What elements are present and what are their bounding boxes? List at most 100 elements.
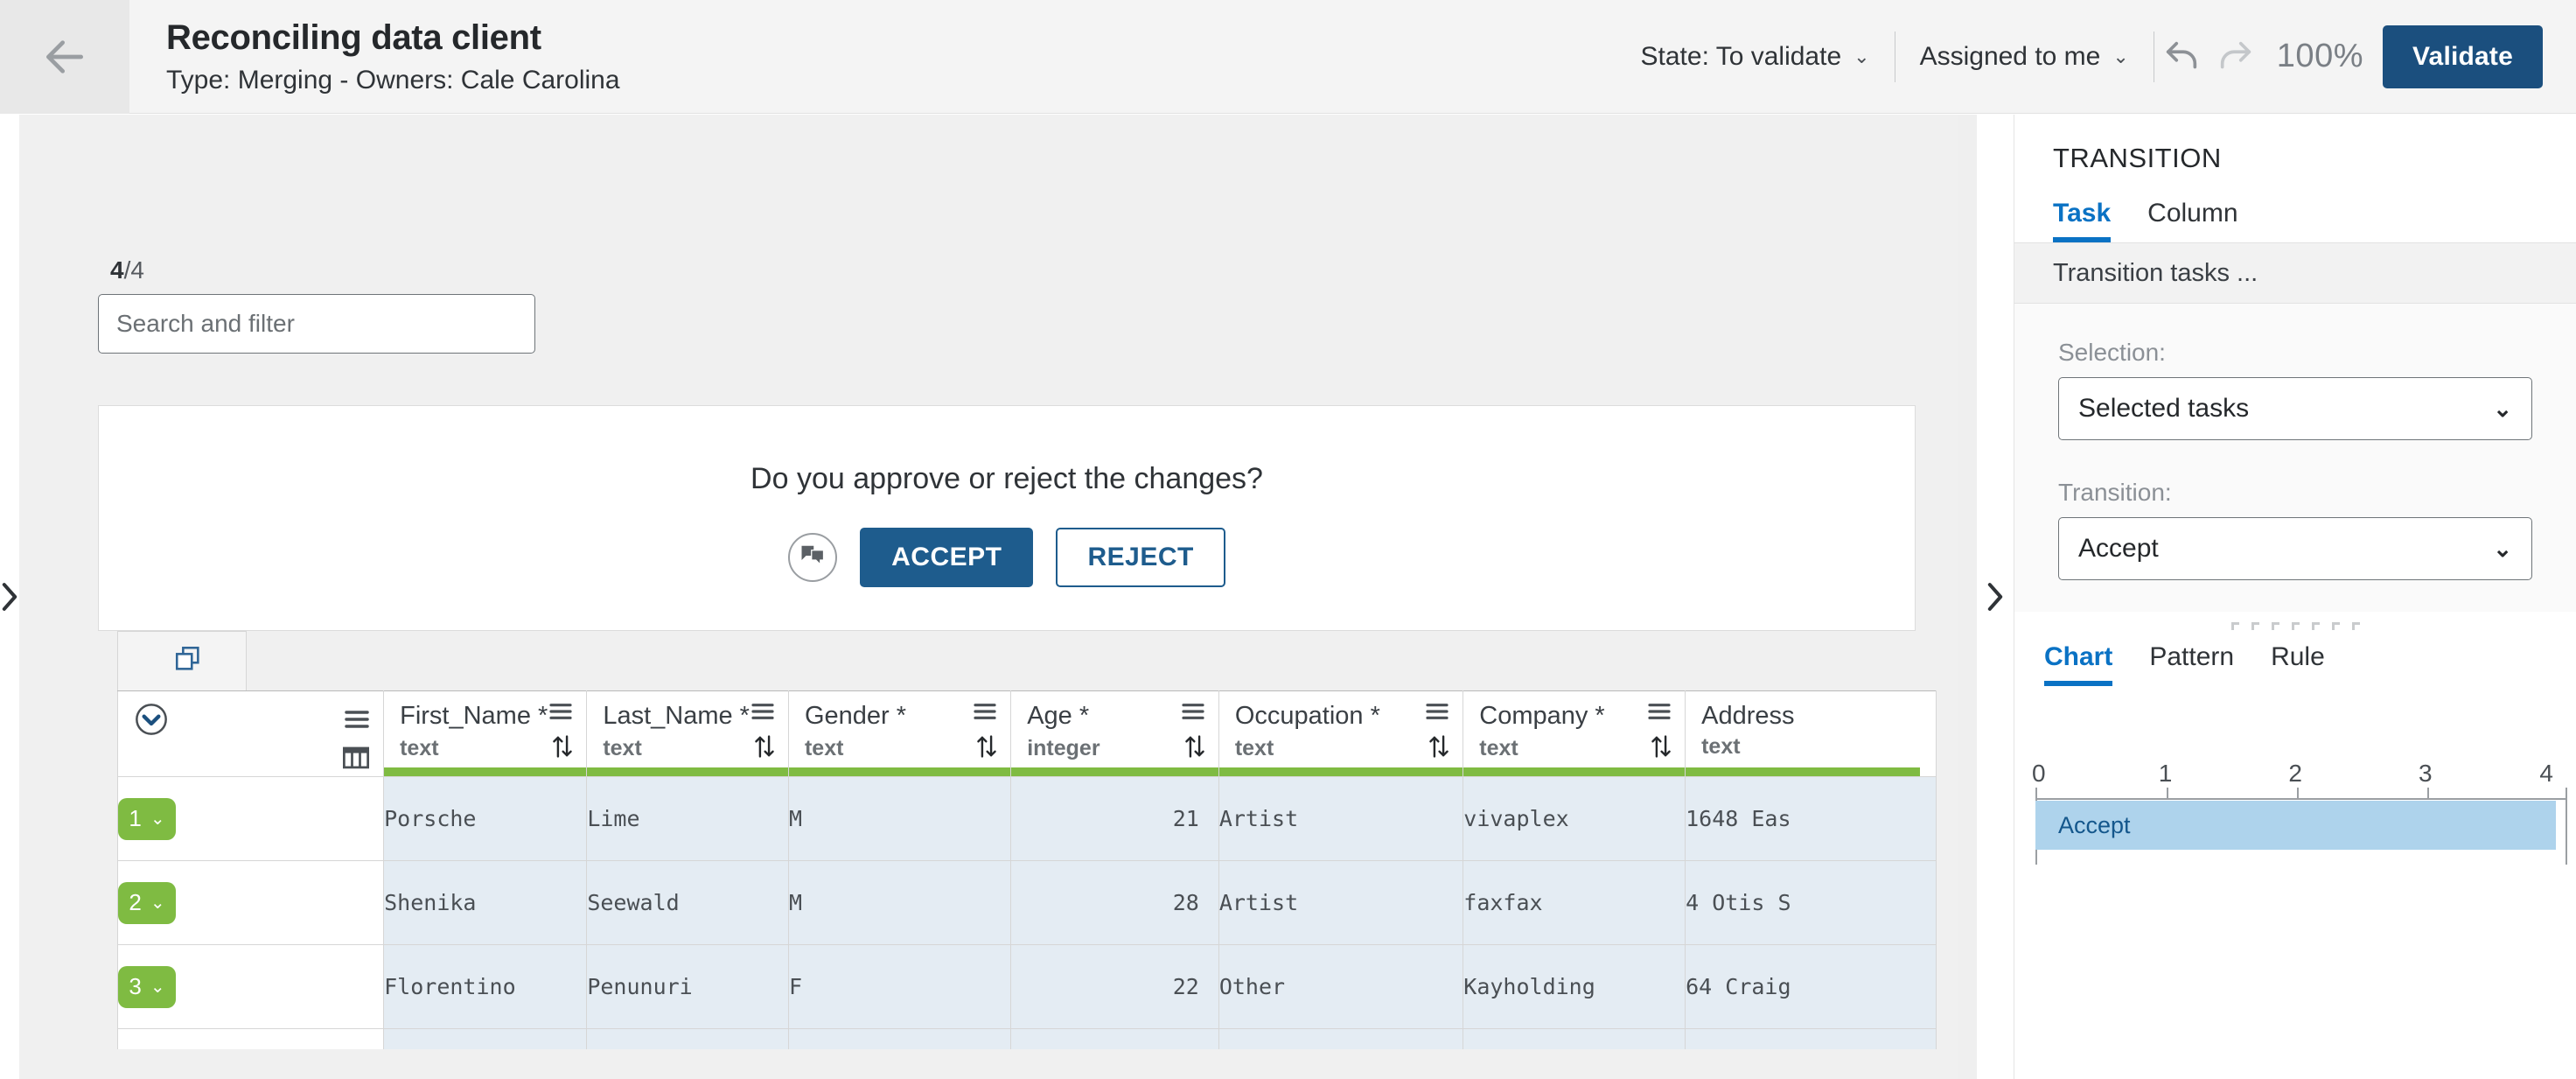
header-title-block: Reconciling data client Type: Merging - …: [129, 17, 620, 96]
hamburger-menu-icon[interactable]: [1646, 702, 1672, 725]
grip-dot-icon: [2291, 622, 2300, 630]
cell-first-name[interactable]: Shenika: [383, 860, 588, 945]
cell-gender[interactable]: M: [787, 1028, 1012, 1049]
cell-age[interactable]: 22: [1010, 944, 1219, 1029]
hamburger-menu-icon[interactable]: [1424, 702, 1450, 725]
cell-address[interactable]: 98 S Mai: [1685, 1028, 1937, 1049]
search-input[interactable]: [98, 294, 535, 354]
cell-company[interactable]: Qvomedia: [1463, 1028, 1686, 1049]
cell-gender[interactable]: M: [787, 776, 1012, 861]
chevron-down-circle-icon[interactable]: [134, 702, 169, 741]
cell-occupation[interactable]: Artist: [1218, 776, 1464, 861]
cell-first-name[interactable]: Porsche: [383, 776, 588, 861]
row-number-badge[interactable]: 1 ⌄: [118, 797, 176, 840]
tab-column[interactable]: Column: [2147, 199, 2237, 242]
column-name: Occupation *: [1234, 702, 1380, 730]
transition-tabs: Task Column: [2014, 199, 2576, 242]
cell-occupation[interactable]: Artist: [1218, 860, 1464, 945]
hamburger-menu-icon[interactable]: [548, 702, 574, 725]
comment-button[interactable]: [788, 533, 838, 582]
grid-column-header[interactable]: Address text: [1685, 690, 1937, 777]
sort-updown-icon[interactable]: [753, 734, 776, 763]
table-row[interactable]: 4 ⌄ Sonya Sawatzke M 19 Writer Qvomedia …: [117, 1028, 1937, 1049]
approve-actions: ACCEPT REJECT: [788, 528, 1225, 587]
cell-address[interactable]: 64 Craig: [1685, 944, 1937, 1029]
chart-axis-right-edge: [2566, 788, 2567, 865]
cell-first-name[interactable]: Sonya: [383, 1028, 588, 1049]
grid-column-header[interactable]: Company * text: [1463, 690, 1686, 777]
table-row[interactable]: 1 ⌄ Porsche Lime M 21 Artist vivaplex 16…: [117, 776, 1937, 861]
cell-gender[interactable]: F: [787, 944, 1012, 1029]
zoom-level[interactable]: 100%: [2263, 38, 2383, 75]
cell-last-name[interactable]: Seewald: [586, 860, 789, 945]
main-content: 4/4 Do you approve or reject the changes…: [19, 115, 1977, 1079]
column-type: text: [1701, 734, 1741, 759]
cell-address[interactable]: 4 Otis S: [1685, 860, 1937, 945]
chart-bar-accept[interactable]: Accept: [2035, 801, 2556, 850]
columns-icon[interactable]: [341, 745, 371, 775]
cell-age[interactable]: 21: [1010, 776, 1219, 861]
column-quality-bar: [1011, 767, 1218, 776]
sort-updown-icon[interactable]: [1650, 734, 1672, 763]
sort-updown-icon[interactable]: [975, 734, 998, 763]
column-name: First_Name *: [400, 702, 548, 730]
tab-chart[interactable]: Chart: [2044, 642, 2113, 686]
row-count-tab[interactable]: [117, 631, 247, 690]
assigned-dropdown[interactable]: Assigned to me ⌄: [1895, 42, 2154, 72]
cell-first-name[interactable]: Florentino: [383, 944, 588, 1029]
selection-select[interactable]: Selected tasks ⌄: [2058, 377, 2532, 440]
tab-pattern[interactable]: Pattern: [2149, 642, 2234, 686]
state-dropdown[interactable]: State: To validate ⌄: [1616, 42, 1895, 72]
cell-last-name[interactable]: Lime: [586, 776, 789, 861]
selection-value: Selected tasks: [2078, 394, 2250, 423]
cell-address[interactable]: 1648 Eas: [1685, 776, 1937, 861]
cell-company[interactable]: faxfax: [1463, 860, 1686, 945]
hamburger-menu-icon[interactable]: [750, 702, 776, 725]
cell-gender[interactable]: M: [787, 860, 1012, 945]
panel-resize-grip[interactable]: [2014, 612, 2576, 630]
column-type: text: [400, 736, 439, 760]
row-number-badge[interactable]: 3 ⌄: [118, 965, 176, 1008]
left-panel-expand-handle[interactable]: [0, 115, 19, 1079]
validate-button[interactable]: Validate: [2383, 25, 2543, 88]
grid-column-header[interactable]: Last_Name * text: [586, 690, 789, 777]
cell-occupation[interactable]: Other: [1218, 944, 1464, 1029]
column-quality-bar: [384, 767, 587, 776]
table-row[interactable]: 2 ⌄ Shenika Seewald M 28 Artist faxfax 4…: [117, 860, 1937, 945]
cell-occupation[interactable]: Writer: [1218, 1028, 1464, 1049]
hamburger-menu-icon[interactable]: [972, 702, 998, 725]
grid-column-header[interactable]: Age * integer: [1010, 690, 1219, 777]
hamburger-menu-icon[interactable]: [343, 709, 371, 734]
cell-last-name[interactable]: Sawatzke: [586, 1028, 789, 1049]
tab-task[interactable]: Task: [2053, 199, 2112, 242]
grid-column-header[interactable]: Occupation * text: [1218, 690, 1464, 777]
sort-updown-icon[interactable]: [1428, 734, 1450, 763]
sort-updown-icon[interactable]: [1183, 734, 1206, 763]
grid-column-header[interactable]: Gender * text: [787, 690, 1012, 777]
cell-age[interactable]: 28: [1010, 860, 1219, 945]
reject-button[interactable]: REJECT: [1056, 528, 1225, 587]
row-header: 2 ⌄: [117, 860, 385, 945]
transition-chart: 0 1 2 3 4 Accept: [2014, 686, 2576, 914]
tab-rule[interactable]: Rule: [2271, 642, 2325, 686]
cell-company[interactable]: Kayholding: [1463, 944, 1686, 1029]
cell-age[interactable]: 19: [1010, 1028, 1219, 1049]
back-button[interactable]: [0, 0, 129, 114]
grid-body: 1 ⌄ Porsche Lime M 21 Artist vivaplex 16…: [117, 776, 1937, 1049]
transition-tasks-subbar[interactable]: Transition tasks ...: [2014, 242, 2576, 304]
chart-tick: [2297, 788, 2299, 800]
accept-button[interactable]: ACCEPT: [860, 528, 1034, 587]
grid-column-header[interactable]: First_Name * text: [383, 690, 588, 777]
cell-last-name[interactable]: Penunuri: [586, 944, 789, 1029]
table-row[interactable]: 3 ⌄ Florentino Penunuri F 22 Other Kayho…: [117, 944, 1937, 1029]
undo-icon: [2161, 37, 2202, 77]
hamburger-menu-icon[interactable]: [1180, 702, 1206, 725]
right-panel-expand-handle[interactable]: [1977, 115, 2014, 1079]
redo-button[interactable]: [2209, 30, 2263, 84]
sort-updown-icon[interactable]: [551, 734, 574, 763]
cell-company[interactable]: vivaplex: [1463, 776, 1686, 861]
x-tick-label: 0: [2032, 760, 2046, 787]
row-number-badge[interactable]: 2 ⌄: [118, 881, 176, 924]
transition-select[interactable]: Accept ⌄: [2058, 517, 2532, 580]
undo-button[interactable]: [2154, 30, 2209, 84]
